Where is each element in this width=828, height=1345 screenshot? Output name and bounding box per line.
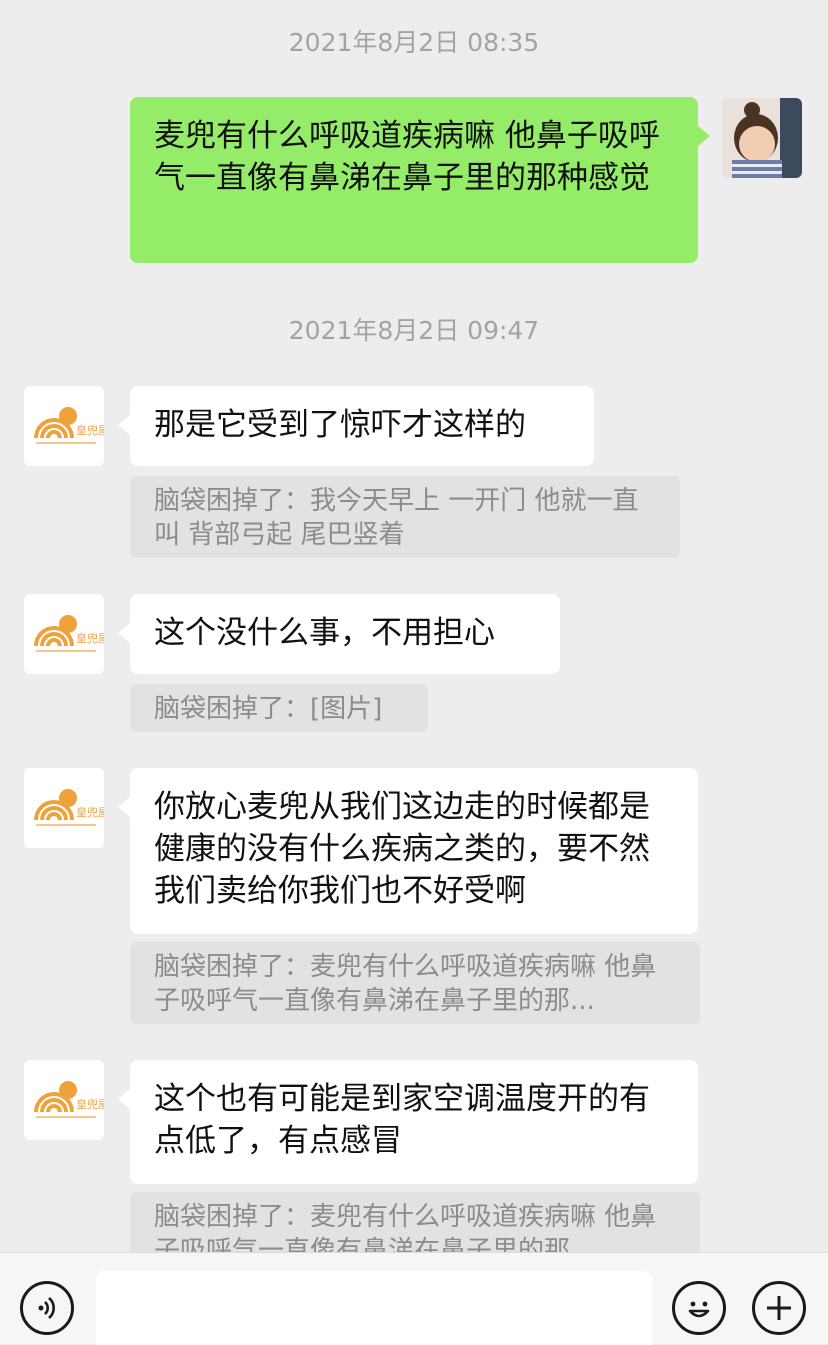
svg-text:皇兜屋: 皇兜屋 bbox=[76, 631, 104, 645]
quoted-message[interactable]: 脑袋困掉了：我今天早上 一开门 他就一直叫 背部弓起 尾巴竖着 bbox=[130, 476, 680, 558]
svg-text:皇兜屋: 皇兜屋 bbox=[76, 805, 104, 819]
baby-photo-icon bbox=[722, 98, 802, 178]
quote-text: 脑袋困掉了：[图片] bbox=[154, 694, 383, 724]
shop-logo-icon: 皇兜屋 bbox=[34, 615, 104, 652]
received-message-bubble[interactable]: 这个也有可能是到家空调温度开的有点低了，有点感冒 bbox=[118, 1060, 698, 1184]
received-message-bubble[interactable]: 这个没什么事，不用担心 bbox=[118, 594, 560, 674]
quoted-message[interactable]: 脑袋困掉了：麦兜有什么呼吸道疾病嘛 他鼻子吸呼气一直像有鼻涕在鼻子里的那... bbox=[130, 1192, 700, 1252]
user-avatar[interactable] bbox=[722, 98, 802, 178]
chat-area[interactable]: 2021年8月2日 08:35 麦兜有什么呼吸道疾病嘛 他鼻子吸呼气一直像有鼻涕… bbox=[0, 0, 828, 1252]
shop-logo-icon: 皇兜屋 bbox=[34, 789, 104, 826]
received-message-bubble[interactable]: 那是它受到了惊吓才这样的 bbox=[118, 386, 594, 466]
emoji-icon bbox=[688, 1301, 710, 1318]
timestamp: 2021年8月2日 09:47 bbox=[288, 316, 540, 345]
voice-icon bbox=[38, 1297, 55, 1319]
svg-text:皇兜屋: 皇兜屋 bbox=[76, 423, 104, 437]
message-input[interactable] bbox=[96, 1271, 652, 1345]
quote-text: 脑袋困掉了：麦兜有什么呼吸道疾病嘛 他鼻子吸呼气一直像有鼻涕在鼻子里的那... bbox=[154, 1202, 657, 1252]
shop-logo-icon: 皇兜屋 bbox=[34, 407, 104, 444]
shop-avatar[interactable]: 皇兜屋 bbox=[24, 386, 104, 466]
message-text: 那是它受到了惊吓才这样的 bbox=[154, 407, 526, 443]
shop-avatar[interactable]: 皇兜屋 bbox=[24, 594, 104, 674]
message-text: 你放心麦兜从我们这边走的时候都是健康的没有什么疾病之类的，要不然我们卖给你我们也… bbox=[154, 789, 650, 909]
quoted-message[interactable]: 脑袋困掉了：麦兜有什么呼吸道疾病嘛 他鼻子吸呼气一直像有鼻涕在鼻子里的那... bbox=[130, 942, 700, 1024]
sent-message-bubble[interactable]: 麦兜有什么呼吸道疾病嘛 他鼻子吸呼气一直像有鼻涕在鼻子里的那种感觉 bbox=[130, 97, 710, 263]
quoted-message[interactable]: 脑袋困掉了：[图片] bbox=[130, 684, 428, 732]
received-message-bubble[interactable]: 你放心麦兜从我们这边走的时候都是健康的没有什么疾病之类的，要不然我们卖给你我们也… bbox=[118, 768, 698, 934]
shop-avatar[interactable]: 皇兜屋 bbox=[24, 768, 104, 848]
shop-logo-icon: 皇兜屋 bbox=[34, 1081, 104, 1118]
svg-text:皇兜屋: 皇兜屋 bbox=[76, 1097, 104, 1111]
quote-text: 脑袋困掉了：我今天早上 一开门 他就一直叫 背部弓起 尾巴竖着 bbox=[154, 486, 639, 550]
input-toolbar bbox=[0, 1252, 828, 1345]
plus-icon bbox=[767, 1296, 791, 1320]
message-text: 麦兜有什么呼吸道疾病嘛 他鼻子吸呼气一直像有鼻涕在鼻子里的那种感觉 bbox=[154, 118, 660, 196]
plus-button[interactable] bbox=[752, 1281, 806, 1335]
timestamp: 2021年8月2日 08:35 bbox=[288, 28, 540, 57]
shop-avatar[interactable]: 皇兜屋 bbox=[24, 1060, 104, 1140]
emoji-button[interactable] bbox=[672, 1281, 726, 1335]
voice-button[interactable] bbox=[20, 1281, 74, 1335]
quote-text: 脑袋困掉了：麦兜有什么呼吸道疾病嘛 他鼻子吸呼气一直像有鼻涕在鼻子里的那... bbox=[154, 952, 657, 1016]
message-text: 这个没什么事，不用担心 bbox=[154, 615, 495, 651]
message-text: 这个也有可能是到家空调温度开的有点低了，有点感冒 bbox=[154, 1081, 650, 1159]
